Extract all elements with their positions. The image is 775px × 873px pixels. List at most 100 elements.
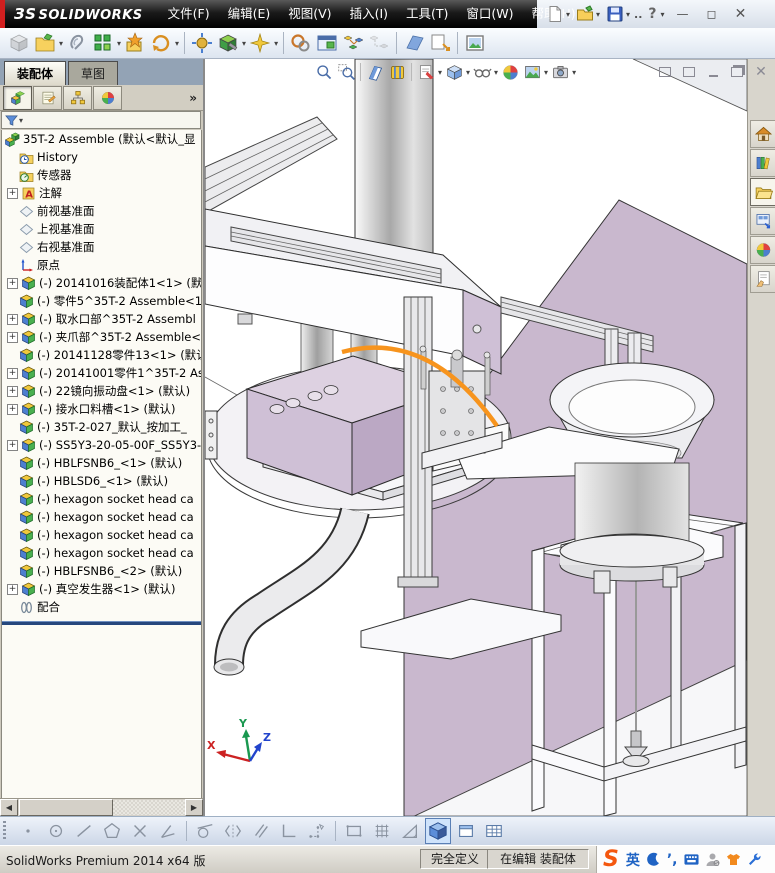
sk-circle-button[interactable]	[43, 818, 69, 844]
tree-item[interactable]: (-) hexagon socket head ca	[2, 508, 201, 526]
view-palette-task-button[interactable]	[750, 207, 775, 235]
sk-mirror-button[interactable]	[220, 818, 246, 844]
design-library-task-button[interactable]	[750, 149, 775, 177]
clipping-button[interactable]	[386, 61, 408, 83]
ime-language-toggle[interactable]: 英	[626, 850, 640, 870]
tree-item[interactable]: (-) HBLSD6_<1> (默认)	[2, 472, 201, 490]
section-view-button[interactable]	[364, 61, 386, 83]
file-explorer-task-button[interactable]	[750, 178, 775, 206]
update-button[interactable]	[428, 31, 452, 55]
scroll-thumb[interactable]	[19, 799, 113, 816]
display-style-caret-icon[interactable]: ▾	[466, 68, 470, 77]
save-icon[interactable]	[605, 4, 625, 24]
move-component-button[interactable]	[190, 31, 214, 55]
sk-corner-button[interactable]	[276, 818, 302, 844]
tree-item[interactable]: + (-) 取水口部^35T-2 Assembl	[2, 310, 201, 328]
tree-item[interactable]: (-) HBLFSNB6_<1> (默认)	[2, 454, 201, 472]
tree-item[interactable]: 上视基准面	[2, 220, 201, 238]
sk-table-button[interactable]	[481, 818, 507, 844]
open-part-button[interactable]	[33, 31, 57, 55]
sk-rect-button[interactable]	[341, 818, 367, 844]
tree-filter-bar[interactable]: ▾	[1, 111, 201, 129]
hide-show-caret-icon[interactable]: ▾	[494, 68, 498, 77]
tree-item[interactable]: (-) HBLFSNB6_<2> (默认)	[2, 562, 201, 580]
expand-icon[interactable]: +	[7, 367, 18, 379]
tile-window-button[interactable]	[679, 64, 699, 80]
new-document-icon[interactable]	[545, 4, 565, 24]
doc-close-button[interactable]: ✕	[751, 64, 771, 80]
sk-snap-points-button[interactable]	[304, 818, 330, 844]
minimize-button[interactable]: —	[671, 4, 695, 24]
scroll-track[interactable]	[113, 800, 185, 815]
save-caret-icon[interactable]: ▾	[626, 10, 630, 19]
expand-icon[interactable]: +	[7, 313, 18, 325]
tab-assembly[interactable]: 装配体	[4, 61, 67, 85]
expand-icon[interactable]: +	[7, 187, 18, 199]
doc-minimize-button[interactable]	[703, 64, 723, 80]
pattern-caret-icon[interactable]: ▾	[117, 39, 121, 48]
appearances-button[interactable]	[499, 61, 521, 83]
tree-item[interactable]: 前视基准面	[2, 202, 201, 220]
graphics-viewport[interactable]: Y X Z ▾ ▾ ▾ ▾ ▾	[203, 59, 747, 816]
interference-button[interactable]	[289, 31, 313, 55]
maximize-button[interactable]: ◻	[700, 4, 724, 24]
help-caret-icon[interactable]: ▾	[661, 10, 665, 19]
tree-item[interactable]: 配合	[2, 598, 201, 616]
sk-point-button[interactable]	[15, 818, 41, 844]
sk-polygon-button[interactable]	[99, 818, 125, 844]
scroll-right-button[interactable]: ▶	[185, 799, 203, 816]
view-orientation-button[interactable]	[415, 61, 437, 83]
photo-view-button[interactable]	[463, 31, 487, 55]
keyboard-icon[interactable]	[683, 852, 699, 867]
tree-item[interactable]: (-) 零件5^35T-2 Assemble<1	[2, 292, 201, 310]
expand-icon[interactable]: +	[7, 385, 18, 397]
account-icon[interactable]: S	[705, 852, 720, 867]
display-style-button[interactable]	[443, 61, 465, 83]
manager-overflow-button[interactable]: »	[189, 91, 197, 105]
tree-item[interactable]: 35T-2 Assemble (默认<默认_显	[2, 130, 201, 148]
doc-restore-button[interactable]	[727, 64, 747, 80]
help-icon[interactable]: ?	[648, 6, 656, 22]
tree-item[interactable]: + (-) 夹爪部^35T-2 Assemble<	[2, 328, 201, 346]
scene-caret-icon[interactable]: ▾	[544, 68, 548, 77]
moon-icon[interactable]	[646, 852, 661, 867]
sk-angle-tri-button[interactable]	[397, 818, 423, 844]
menu-item-1[interactable]: 编辑(E)	[219, 0, 280, 28]
pattern-button[interactable]	[91, 31, 115, 55]
sogou-logo-icon[interactable]: S	[603, 848, 619, 871]
explode-line-button[interactable]	[367, 31, 391, 55]
sk-angle-button[interactable]	[155, 818, 181, 844]
tree-item[interactable]: + (-) 20141001零件1^35T-2 As	[2, 364, 201, 382]
camera-caret-icon[interactable]: ▾	[572, 68, 576, 77]
expand-icon[interactable]: +	[7, 403, 18, 415]
tree-item[interactable]: (-) 20141128零件13<1> (默认	[2, 346, 201, 364]
tree-item[interactable]: 传感器	[2, 166, 201, 184]
open-icon[interactable]	[575, 4, 595, 24]
menu-item-0[interactable]: 文件(F)	[159, 0, 219, 28]
reference-geometry-caret-icon[interactable]: ▾	[274, 39, 278, 48]
tree-item[interactable]: 原点	[2, 256, 201, 274]
tree-item[interactable]: (-) hexagon socket head ca	[2, 544, 201, 562]
exploded-view-button[interactable]	[341, 31, 365, 55]
scene-button[interactable]	[521, 61, 543, 83]
displaymanager-tab[interactable]	[93, 85, 122, 110]
tree-item[interactable]: + (-) 真空发生器<1> (默认)	[2, 580, 201, 598]
appearances-task-button[interactable]	[750, 236, 775, 264]
tree-item[interactable]: 右视基准面	[2, 238, 201, 256]
tree-item[interactable]: + (-) SS5Y3-20-05-00F_SS5Y3-	[2, 436, 201, 454]
custom-properties-task-button[interactable]	[750, 265, 775, 293]
new-window-button[interactable]	[655, 64, 675, 80]
wrench-icon[interactable]	[747, 852, 762, 867]
window-preview-button[interactable]	[315, 31, 339, 55]
propertymanager-tab[interactable]	[33, 85, 62, 110]
menu-item-4[interactable]: 工具(T)	[397, 0, 457, 28]
rotate-component-caret-icon[interactable]: ▾	[175, 39, 179, 48]
tab-sketch[interactable]: 草图	[68, 61, 119, 85]
sk-cross-button[interactable]	[127, 818, 153, 844]
sk-cube3d-button[interactable]	[425, 818, 451, 844]
sk-line-button[interactable]	[71, 818, 97, 844]
featuremanager-tab[interactable]	[3, 85, 32, 110]
rotate-component-button[interactable]	[149, 31, 173, 55]
menu-item-3[interactable]: 插入(I)	[341, 0, 397, 28]
tree-item[interactable]: + (-) 20141016装配体1<1> (默	[2, 274, 201, 292]
